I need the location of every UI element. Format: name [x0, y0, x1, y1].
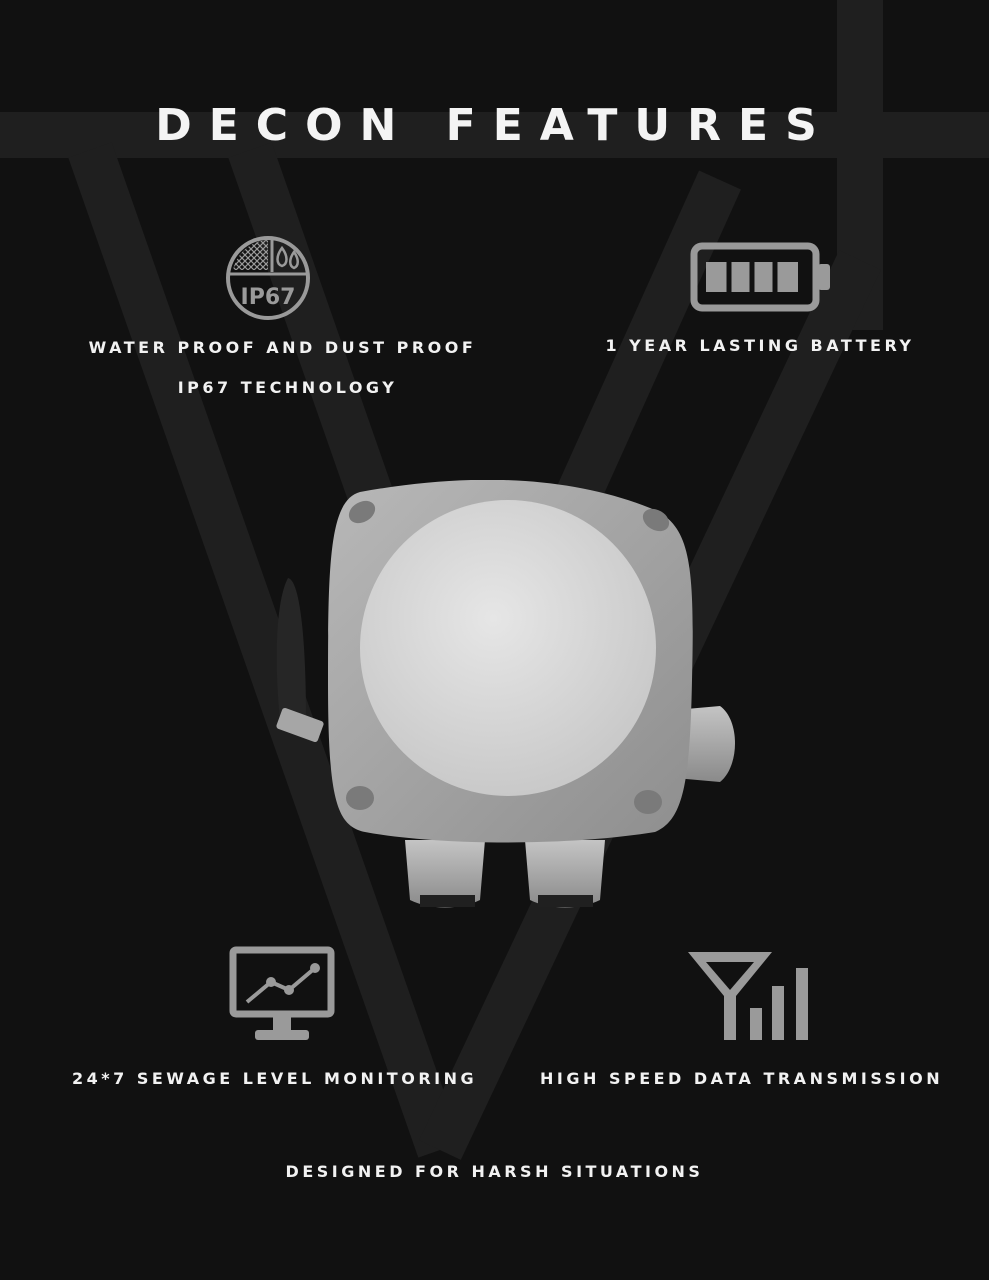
page-title: DECON FEATURES	[155, 100, 834, 151]
ip67-shield-icon: IP67	[226, 236, 310, 320]
ip67-badge-text: IP67	[241, 285, 296, 310]
waterproof-label-line1: WATER PROOF AND DUST PROOF	[88, 338, 477, 357]
signal-tower-icon	[688, 952, 808, 1040]
feature-sheet: DECON FEATURES IP67 WATER PROOF AND DUST…	[0, 0, 989, 1280]
waterproof-label-line2: IP67 TECHNOLOGY	[177, 378, 398, 397]
monitoring-label: 24*7 SEWAGE LEVEL MONITORING	[72, 1069, 478, 1088]
sensor-device-image	[276, 480, 735, 908]
battery-label: 1 YEAR LASTING BATTERY	[605, 336, 915, 355]
monitor-chart-icon	[229, 946, 335, 1040]
transmission-label: HIGH SPEED DATA TRANSMISSION	[540, 1069, 944, 1088]
battery-full-icon	[690, 242, 830, 312]
footer-tagline: DESIGNED FOR HARSH SITUATIONS	[285, 1162, 704, 1181]
